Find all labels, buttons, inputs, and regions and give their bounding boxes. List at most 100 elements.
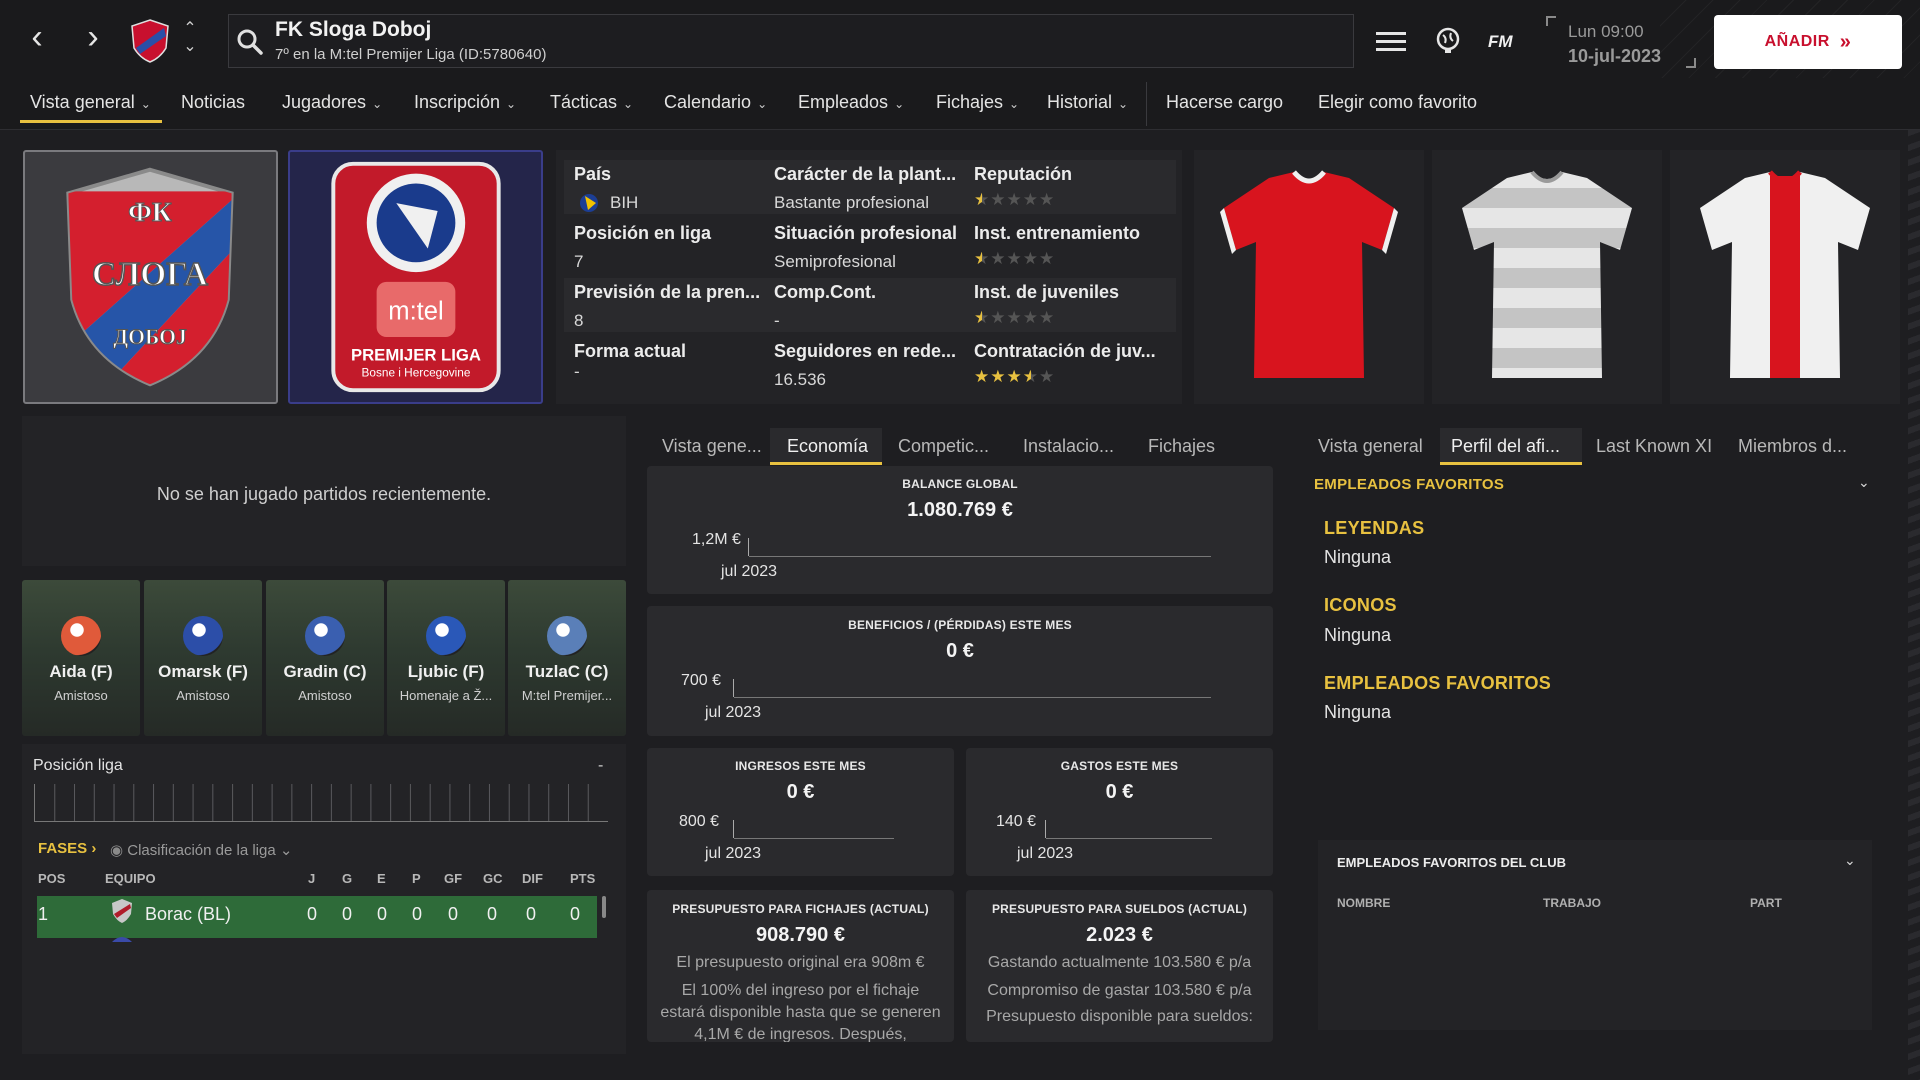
fixture-card[interactable]: Gradin (C) Amistoso <box>266 580 384 736</box>
tab-members[interactable]: Miembros d... <box>1738 436 1847 457</box>
active-tab-underline <box>1440 462 1582 465</box>
next-team-crest-icon <box>112 937 132 942</box>
chevron-down-icon[interactable]: ⌄ <box>1844 852 1856 869</box>
tab-last-known-xi[interactable]: Last Known XI <box>1596 436 1712 457</box>
tab-label: Fichajes <box>936 92 1004 112</box>
current-date: 10-jul-2023 <box>1568 46 1662 66</box>
chevron-down-icon: ⌄ <box>623 97 634 111</box>
social-followers-value: 16.536 <box>774 370 826 389</box>
edge-decoration <box>1908 130 1920 1080</box>
tab-jugadores[interactable]: Jugadores ⌄ <box>282 92 382 113</box>
tab-transfers[interactable]: Fichajes <box>1148 436 1215 457</box>
col-header-gc[interactable]: GC <box>483 871 503 886</box>
row-won: 0 <box>342 904 353 924</box>
league-badge-card[interactable]: m:tel PREMIJER LIGA Bosne i Hercegovine <box>288 150 543 404</box>
wage-budget-card[interactable]: PRESUPUESTO PARA SUELDOS (ACTUAL) 2.023 … <box>966 890 1273 1042</box>
league-brand-text: m:tel <box>388 297 443 325</box>
tab-empleados[interactable]: Empleados ⌄ <box>798 92 904 113</box>
col-header-drawn[interactable]: E <box>377 871 386 886</box>
table-scrollbar[interactable] <box>602 896 606 918</box>
tab-club-overview[interactable]: Vista gene... <box>662 436 762 457</box>
expenses-value: 0 € <box>1105 781 1134 803</box>
chevron-down-icon: ⌄ <box>757 97 768 111</box>
wage-current-spend: Gastando actualmente 103.580 € p/a <box>987 954 1252 971</box>
income-month: jul 2023 <box>705 845 762 862</box>
tab-fichajes[interactable]: Fichajes ⌄ <box>936 92 1019 113</box>
away-kit-card[interactable] <box>1432 150 1662 404</box>
legends-value: Ninguna <box>1324 547 1392 567</box>
row-team[interactable]: Borac (BL) <box>145 904 231 925</box>
tab-competitions[interactable]: Competic... <box>898 436 989 457</box>
fm-logo[interactable]: FM <box>1488 32 1513 52</box>
col-header-gf[interactable]: GF <box>444 871 462 886</box>
transfer-budget-original: El presupuesto original era 908m € <box>676 954 925 971</box>
tab-supporter-profile[interactable]: Perfil del afi... <box>1451 436 1560 457</box>
fixture-card[interactable]: TuzlaC (C) M:tel Premijer... <box>508 580 626 736</box>
col-header-pts[interactable]: PTS <box>570 871 595 886</box>
tab-vista-general[interactable]: Vista general ⌄ <box>30 92 151 113</box>
balance-axis-line <box>749 556 1211 557</box>
set-favourite-button[interactable]: Elegir como favorito <box>1318 92 1477 113</box>
back-arrow-icon[interactable]: ‹ <box>20 20 54 58</box>
press-prediction-label: Previsión de la pren... <box>574 282 761 302</box>
col-header-name[interactable]: NOMBRE <box>1337 896 1390 910</box>
axis-tick <box>733 679 734 697</box>
fixture-card[interactable]: Aida (F) Amistoso <box>22 580 140 736</box>
third-kit-card[interactable] <box>1670 150 1900 404</box>
tab-label: Noticias <box>181 92 246 112</box>
expenses-axis-label: 140 € <box>996 813 1037 830</box>
tab-overview[interactable]: Vista general <box>1318 436 1423 457</box>
col-header-team[interactable]: EQUIPO <box>105 871 156 886</box>
search-icon[interactable] <box>236 28 264 56</box>
take-over-button[interactable]: Hacerse cargo <box>1166 92 1283 113</box>
classification-dropdown[interactable]: ◉ Clasificación de la liga ⌄ <box>110 841 292 859</box>
date-corner-decoration <box>1686 58 1696 68</box>
balance-title: BALANCE GLOBAL <box>902 477 1018 491</box>
forward-arrow-icon[interactable]: › <box>76 20 110 58</box>
globe-icon[interactable] <box>1434 26 1462 54</box>
training-facilities-stars: ★★★★★ <box>974 249 1055 269</box>
star-icon: ★ <box>1039 190 1056 209</box>
col-header-won[interactable]: G <box>342 871 352 886</box>
tab-historial[interactable]: Historial ⌄ <box>1047 92 1128 113</box>
col-header-part[interactable]: PART <box>1750 896 1782 910</box>
transfer-budget-card[interactable]: PRESUPUESTO PARA FICHAJES (ACTUAL) 908.7… <box>647 890 954 1042</box>
press-prediction-value: 8 <box>574 311 584 330</box>
col-header-job[interactable]: TRABAJO <box>1543 896 1601 910</box>
tab-inscripcion[interactable]: Inscripción ⌄ <box>414 92 516 113</box>
col-header-pos[interactable]: POS <box>38 871 65 886</box>
club-crest-icon[interactable] <box>130 18 170 64</box>
profit-axis-label: 700 € <box>681 672 722 689</box>
club-switch-arrows-icon[interactable]: ⌃ ⌄ <box>180 20 200 62</box>
col-header-lost[interactable]: P <box>412 871 421 886</box>
fases-link[interactable]: FASES › <box>38 840 96 857</box>
menu-icon[interactable] <box>1376 30 1406 54</box>
third-kit-shirt <box>1700 170 1870 378</box>
fixture-competition: Amistoso <box>176 688 230 703</box>
star-icon: ★ <box>974 367 991 386</box>
tab-tacticas[interactable]: Tácticas ⌄ <box>550 92 633 113</box>
star-icon: ★ <box>974 249 991 268</box>
tab-calendario[interactable]: Calendario ⌄ <box>664 92 767 113</box>
tab-noticias[interactable]: Noticias <box>181 92 245 113</box>
expenses-month: jul 2023 <box>1017 845 1074 862</box>
professional-status-label: Situación profesional <box>774 223 958 243</box>
tab-facilities[interactable]: Instalacio... <box>1023 436 1114 457</box>
fixture-card[interactable]: Ljubic (F) Homenaje a Ž... <box>387 580 505 736</box>
tab-label: Vista general <box>30 92 135 112</box>
home-kit-card[interactable] <box>1194 150 1424 404</box>
row-played: 0 <box>307 904 318 924</box>
col-header-played[interactable]: J <box>308 871 315 886</box>
club-crest-card[interactable]: ФК СЛОГА ДОБОЈ <box>23 150 278 404</box>
add-button[interactable]: AÑADIR » <box>1714 15 1902 69</box>
chevron-down-icon: ⌄ <box>279 842 293 859</box>
fixture-card[interactable]: Omarsk (F) Amistoso <box>144 580 262 736</box>
tab-label: Calendario <box>664 92 752 112</box>
chevron-down-icon[interactable]: ⌄ <box>1858 474 1870 491</box>
col-header-diff[interactable]: DIF <box>522 871 543 886</box>
balance-axis-label: 1,2M € <box>692 531 741 548</box>
club-favourite-staff-title: EMPLEADOS FAVORITOS DEL CLUB <box>1337 855 1566 870</box>
profit-title: BENEFICIOS / (PÉRDIDAS) ESTE MES <box>848 618 1072 632</box>
profit-value: 0 € <box>946 640 974 662</box>
tab-economy[interactable]: Economía <box>787 436 868 457</box>
